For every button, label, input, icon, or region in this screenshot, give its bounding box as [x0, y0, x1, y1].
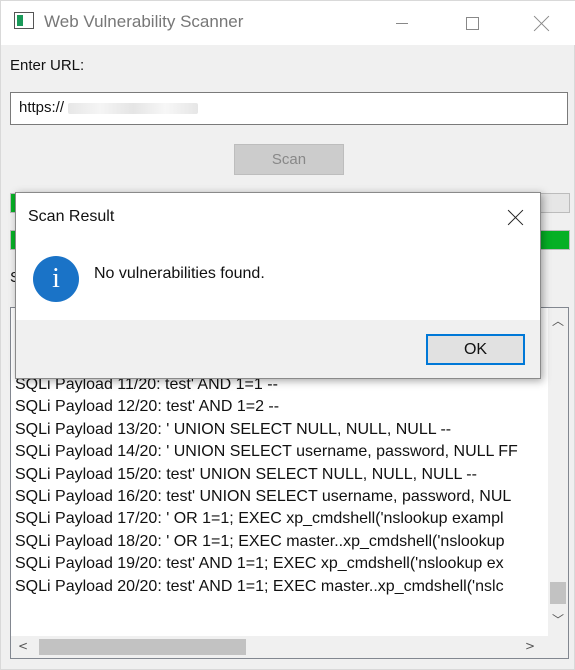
scroll-left-icon[interactable]: <	[18, 639, 28, 653]
log-line: SQLi Payload 17/20: ' OR 1=1; EXEC xp_cm…	[15, 510, 504, 528]
scroll-down-icon[interactable]: ﹀	[552, 611, 564, 628]
log-line: SQLi Payload 13/20: ' UNION SELECT NULL,…	[15, 420, 452, 438]
vertical-scroll-thumb[interactable]	[550, 582, 566, 604]
log-line: SQLi Payload 14/20: ' UNION SELECT usern…	[15, 443, 518, 461]
url-label: Enter URL:	[10, 57, 85, 74]
ok-button[interactable]: OK	[426, 334, 525, 365]
log-line: SQLi Payload 12/20: test' AND 1=2 --	[15, 398, 280, 416]
main-window: Web Vulnerability Scanner Enter URL: htt…	[0, 0, 575, 670]
log-line: SQLi Payload 15/20: test' UNION SELECT N…	[15, 465, 477, 483]
dialog-message: No vulnerabilities found.	[94, 265, 265, 282]
maximize-icon	[465, 16, 479, 30]
scroll-right-icon[interactable]: >	[525, 639, 535, 653]
info-icon: i	[33, 256, 79, 302]
close-icon	[534, 15, 550, 31]
minimize-icon	[396, 22, 408, 24]
url-value: https://	[19, 99, 65, 116]
redacted-url-text	[68, 102, 199, 114]
scan-button[interactable]: Scan	[234, 144, 344, 175]
log-line: SQLi Payload 16/20: test' UNION SELECT u…	[15, 488, 512, 505]
vertical-scrollbar[interactable]: ︿ ﹀	[548, 308, 568, 636]
log-line: SQLi Payload 19/20: test' AND 1=1; EXEC …	[15, 555, 504, 573]
minimize-button[interactable]	[379, 7, 425, 39]
maximize-button[interactable]	[449, 7, 495, 39]
title-bar: Web Vulnerability Scanner	[1, 1, 575, 45]
window-title: Web Vulnerability Scanner	[44, 12, 244, 31]
scan-result-dialog: Scan Result i No vulnerabilities found. …	[15, 192, 541, 379]
close-icon	[508, 209, 524, 225]
close-button[interactable]	[519, 7, 565, 39]
dialog-title: Scan Result	[28, 208, 115, 225]
url-input[interactable]: https://	[10, 92, 568, 125]
app-icon	[14, 12, 34, 29]
horizontal-scrollbar[interactable]: < >	[11, 636, 568, 658]
dialog-close-button[interactable]	[506, 207, 526, 227]
scroll-up-icon[interactable]: ︿	[552, 312, 564, 329]
log-line: SQLi Payload 20/20: test' AND 1=1; EXEC …	[15, 577, 504, 595]
log-line: SQLi Payload 18/20: ' OR 1=1; EXEC maste…	[15, 532, 505, 550]
horizontal-scroll-thumb[interactable]	[39, 639, 246, 655]
